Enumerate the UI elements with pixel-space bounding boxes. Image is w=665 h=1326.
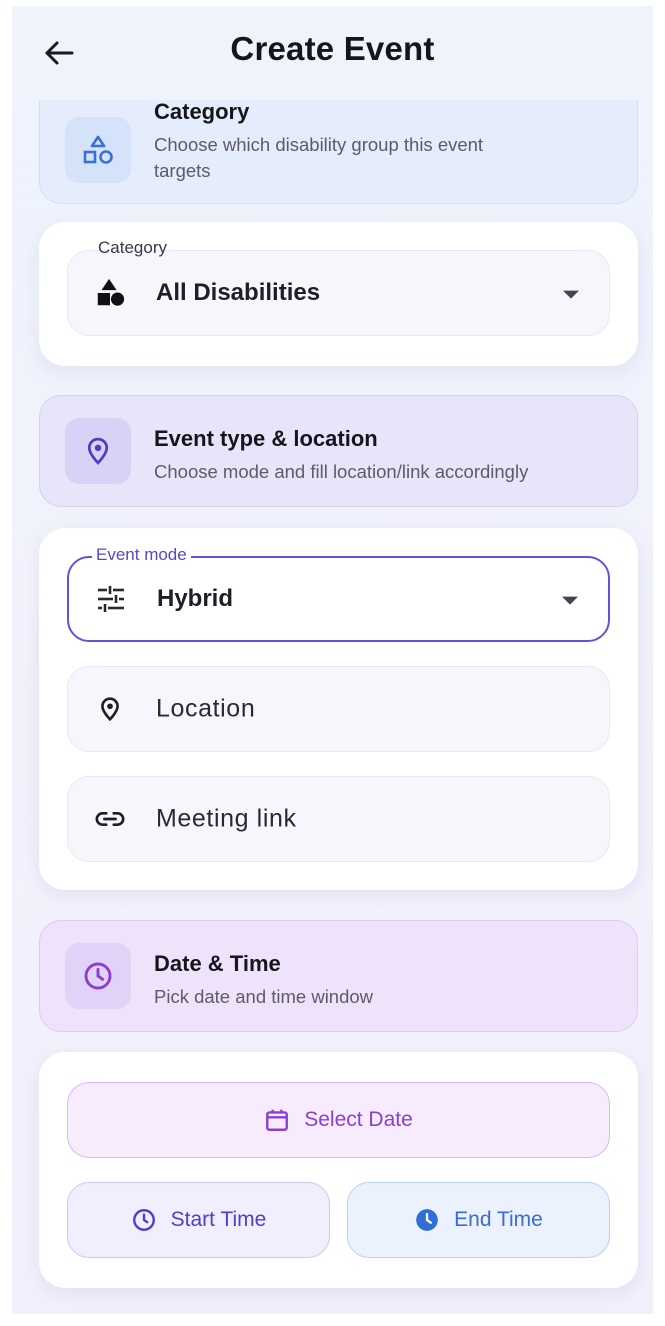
event-mode-card: Hybrid Event mode Location Meeting link [39, 528, 638, 890]
meeting-link-input[interactable]: Meeting link [67, 776, 610, 862]
category-dropdown[interactable]: All Disabilities [67, 250, 610, 336]
start-time-label: Start Time [170, 1208, 267, 1231]
app-screen: Category Choose which disability group t… [12, 6, 653, 1314]
event-type-section-subtitle: Choose mode and fill location/link accor… [154, 461, 529, 482]
date-time-section-subtitle: Pick date and time window [154, 986, 374, 1007]
link-icon [94, 803, 126, 835]
category-label: Category [98, 238, 167, 257]
category-subtitle-line1: Choose which disability group this event [154, 134, 484, 155]
tune-icon [95, 583, 127, 615]
select-date-label: Select Date [304, 1108, 413, 1131]
event-mode-value: Hybrid [157, 585, 234, 612]
form-scroll-area[interactable]: Category Choose which disability group t… [12, 6, 653, 1314]
shapes-icon [65, 117, 131, 183]
calendar-icon [264, 1107, 290, 1133]
location-pin-icon [94, 693, 126, 725]
end-time-button[interactable]: End Time [347, 1182, 610, 1258]
end-time-label: End Time [454, 1208, 543, 1231]
category-card: All Disabilities Category [39, 222, 638, 366]
event-type-section-header: Event type & location Choose mode and fi… [39, 395, 638, 507]
category-subtitle-line2: targets [154, 160, 211, 181]
date-time-section-header: Date & Time Pick date and time window [39, 920, 638, 1032]
clock-filled-icon [414, 1207, 440, 1233]
start-time-button[interactable]: Start Time [67, 1182, 330, 1258]
chevron-down-icon [563, 290, 579, 299]
chevron-down-icon [562, 596, 578, 605]
page-title: Create Event [230, 30, 435, 67]
location-placeholder: Location [156, 694, 256, 723]
date-time-card: Select Date Start Time End Time [39, 1052, 638, 1288]
date-time-section-title: Date & Time [154, 951, 281, 976]
category-section-title: Category [154, 99, 250, 124]
clock-outline-icon [131, 1207, 157, 1233]
category-section-subtitle: Choose which disability group this event… [154, 132, 483, 184]
clock-icon [65, 943, 131, 1009]
location-input[interactable]: Location [67, 666, 610, 752]
meeting-link-placeholder: Meeting link [156, 804, 297, 833]
event-mode-label: Event mode [92, 545, 191, 565]
select-date-button[interactable]: Select Date [67, 1082, 610, 1158]
app-bar: Create Event [12, 6, 653, 100]
event-mode-dropdown[interactable]: Hybrid [67, 556, 610, 642]
event-type-section-title: Event type & location [154, 426, 378, 451]
category-value: All Disabilities [156, 279, 321, 306]
location-pin-icon [65, 418, 131, 484]
category-shapes-icon [94, 277, 126, 309]
